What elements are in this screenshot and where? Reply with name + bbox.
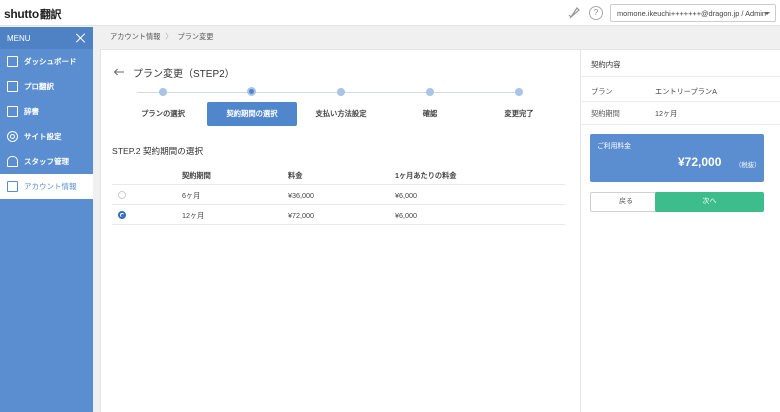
- breadcrumb-item[interactable]: アカウント情報: [110, 32, 160, 41]
- close-icon[interactable]: [76, 33, 86, 43]
- sidebar: MENU ダッシュボード プロ翻訳 辞書 サイト設定 スタッフ管理 アカウント情…: [0, 27, 93, 412]
- sidebar-item-label: スタッフ管理: [24, 157, 69, 166]
- divider: [580, 101, 780, 102]
- sidebar-item-site-settings[interactable]: サイト設定: [0, 124, 93, 149]
- logo[interactable]: shutto翻訳: [4, 6, 62, 22]
- sidebar-item-dictionary[interactable]: 辞書: [0, 99, 93, 124]
- sidebar-item-label: プロ翻訳: [24, 82, 54, 91]
- gear-icon: [7, 131, 18, 142]
- sidebar-item-dashboard[interactable]: ダッシュボード: [0, 49, 93, 74]
- menu-header: MENU: [0, 27, 93, 49]
- fee-tax-note: （税抜）: [735, 162, 761, 169]
- sidebar-item-staff[interactable]: スタッフ管理: [0, 149, 93, 174]
- notification-icon[interactable]: [567, 6, 581, 20]
- dictionary-icon: [7, 106, 18, 117]
- contract-panel: 契約内容 プラン エントリープランA 契約期間 12ヶ月 ご利用料金 ¥72,0…: [100, 49, 780, 412]
- staff-icon: [7, 156, 18, 167]
- menu-label: MENU: [7, 34, 31, 43]
- plan-label: プラン: [591, 87, 613, 96]
- fee-summary: ご利用料金 ¥72,000 （税抜）: [590, 134, 764, 182]
- help-icon[interactable]: ?: [589, 6, 603, 20]
- breadcrumb: アカウント情報〉プラン変更: [110, 32, 213, 42]
- sidebar-item-label: アカウント情報: [24, 182, 77, 191]
- sidebar-item-label: ダッシュボード: [24, 57, 77, 66]
- sidebar-item-label: サイト設定: [24, 132, 62, 141]
- period-value: 12ヶ月: [655, 109, 678, 118]
- fee-label: ご利用料金: [597, 143, 631, 150]
- breadcrumb-item: プラン変更: [177, 32, 214, 41]
- account-icon: [7, 181, 18, 192]
- logo-sub: 翻訳: [39, 9, 62, 21]
- sidebar-item-label: 辞書: [24, 107, 39, 116]
- back-button[interactable]: 戻る: [590, 192, 662, 212]
- next-button[interactable]: 次へ: [655, 192, 764, 212]
- period-label: 契約期間: [591, 109, 620, 118]
- plan-value: エントリープランA: [655, 87, 717, 96]
- chevron-down-icon: [764, 12, 770, 15]
- top-bar: shutto翻訳 ? momone.ikeuchi+++++++@dragon.…: [0, 0, 780, 26]
- divider: [580, 76, 780, 77]
- divider: [580, 124, 780, 125]
- sidebar-item-pro-translation[interactable]: プロ翻訳: [0, 74, 93, 99]
- user-label: momone.ikeuchi+++++++@dragon.jp / Admin: [617, 9, 767, 18]
- pro-translation-icon: [7, 81, 18, 92]
- user-account-select[interactable]: momone.ikeuchi+++++++@dragon.jp / Admin: [610, 4, 776, 22]
- logo-main: shutto: [4, 7, 39, 21]
- fee-amount: ¥72,000: [678, 155, 722, 169]
- chevron-right-icon: 〉: [165, 32, 173, 41]
- panel-title: 契約内容: [591, 60, 621, 69]
- sidebar-item-account[interactable]: アカウント情報: [0, 174, 93, 199]
- dashboard-icon: [7, 56, 18, 67]
